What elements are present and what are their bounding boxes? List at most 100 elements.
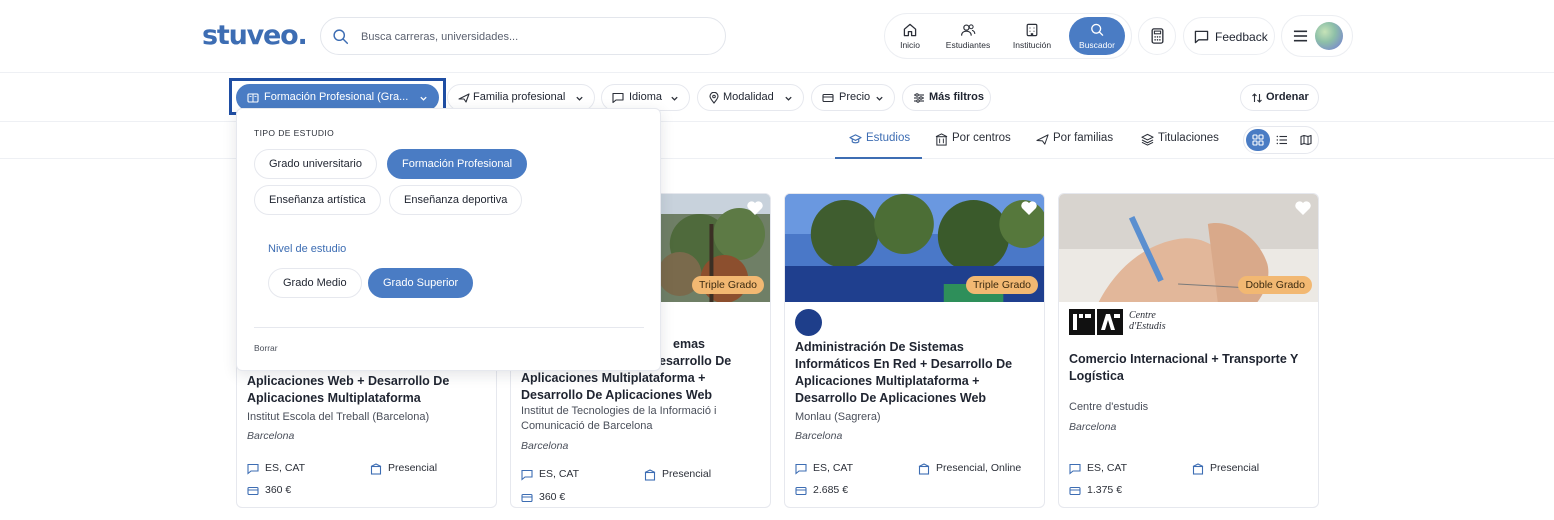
tab-degrees-label: Titulaciones bbox=[1158, 132, 1219, 144]
card-center: Centre d'estudis bbox=[1069, 401, 1149, 413]
grid-view-button[interactable] bbox=[1246, 129, 1270, 151]
message-icon bbox=[1069, 463, 1081, 475]
tab-studies[interactable]: Estudios bbox=[835, 122, 922, 159]
wallet-icon bbox=[1069, 486, 1081, 496]
building-icon bbox=[918, 463, 930, 475]
card-title[interactable]: Comercio Internacional + Transporte Y Lo… bbox=[1069, 351, 1309, 385]
degree-badge: Triple Grado bbox=[966, 276, 1038, 294]
top-header: stuveo. Inicio Estudiantes Institución B… bbox=[0, 0, 1554, 73]
feedback-label: Feedback bbox=[1215, 30, 1268, 44]
study-card[interactable]: Triple Grado Administración De Sistemas … bbox=[784, 193, 1045, 508]
message-icon bbox=[521, 469, 533, 481]
card-title[interactable]: Aplicaciones Web + Desarrollo De Aplicac… bbox=[247, 373, 487, 407]
building-icon bbox=[935, 133, 948, 146]
grid-icon bbox=[1252, 134, 1264, 146]
tab-degrees[interactable]: Titulaciones bbox=[1127, 122, 1232, 159]
card-title[interactable]: Administración De Sistemas Informáticos … bbox=[795, 339, 1035, 407]
avatar[interactable] bbox=[1315, 22, 1343, 50]
filter-modality[interactable]: Modalidad bbox=[697, 84, 804, 111]
option-grado-medio[interactable]: Grado Medio bbox=[268, 268, 362, 298]
nav-inicio[interactable]: Inicio bbox=[890, 17, 930, 55]
filter-family[interactable]: Familia profesional bbox=[447, 84, 595, 111]
building-icon bbox=[644, 469, 656, 481]
nav-buscador[interactable]: Buscador bbox=[1069, 17, 1125, 55]
option-grado-universitario[interactable]: Grado universitario bbox=[254, 149, 377, 179]
nav-label: Buscador bbox=[1079, 40, 1115, 50]
location-pin-icon bbox=[709, 92, 719, 104]
divider bbox=[254, 327, 644, 328]
study-card[interactable]: Doble Grado Centre d'Estudis Comercio In… bbox=[1058, 193, 1319, 508]
card-city: Barcelona bbox=[1069, 421, 1117, 433]
users-icon bbox=[961, 24, 976, 36]
search-icon bbox=[333, 29, 349, 45]
filter-language[interactable]: Idioma bbox=[601, 84, 690, 111]
list-icon bbox=[1276, 135, 1287, 145]
search-icon bbox=[1091, 23, 1104, 36]
calculator-button[interactable] bbox=[1138, 17, 1176, 55]
card-title-fragment[interactable]: esarrollo De bbox=[659, 353, 769, 370]
feedback-button[interactable]: Feedback bbox=[1183, 17, 1275, 55]
list-view-button[interactable] bbox=[1270, 129, 1294, 151]
filter-more-label: Más filtros bbox=[929, 91, 985, 103]
tab-families-label: Por familias bbox=[1053, 132, 1114, 144]
degree-badge: Triple Grado bbox=[692, 276, 764, 294]
heart-icon[interactable] bbox=[1020, 200, 1038, 216]
clear-button[interactable]: Borrar bbox=[254, 343, 278, 353]
card-title-fragment[interactable]: emas bbox=[673, 336, 763, 353]
graduation-cap-icon bbox=[849, 134, 862, 144]
card-title[interactable]: Aplicaciones Multiplataforma + bbox=[521, 370, 761, 387]
heart-icon[interactable] bbox=[1294, 200, 1312, 216]
view-toggle bbox=[1243, 126, 1319, 154]
stuveo-logo[interactable]: stuveo. bbox=[202, 20, 308, 51]
search-input[interactable] bbox=[361, 26, 711, 48]
institution-logo bbox=[795, 309, 822, 336]
message-icon bbox=[247, 463, 259, 475]
map-view-button[interactable] bbox=[1294, 129, 1318, 151]
message-icon bbox=[612, 92, 624, 104]
card-title[interactable]: Desarrollo De Aplicaciones Web bbox=[521, 387, 761, 404]
chevron-down-icon bbox=[785, 96, 792, 101]
message-icon bbox=[1194, 30, 1209, 44]
tab-centers-label: Por centros bbox=[952, 132, 1011, 144]
chevron-down-icon bbox=[576, 96, 583, 101]
sort-button[interactable]: Ordenar bbox=[1240, 84, 1319, 111]
filter-family-label: Familia profesional bbox=[473, 91, 566, 103]
filter-more[interactable]: Más filtros bbox=[902, 84, 991, 111]
layers-icon bbox=[1141, 133, 1154, 146]
filter-price[interactable]: Precio bbox=[811, 84, 895, 111]
nav-institucion[interactable]: Institución bbox=[1005, 17, 1059, 55]
message-icon bbox=[795, 463, 807, 475]
tab-families[interactable]: Por familias bbox=[1022, 122, 1122, 159]
nav-estudiantes[interactable]: Estudiantes bbox=[937, 17, 999, 55]
institution-logo-text: Centre d'Estudis bbox=[1129, 310, 1166, 332]
option-ensenanza-deportiva[interactable]: Enseñanza deportiva bbox=[389, 185, 523, 215]
option-formacion-profesional[interactable]: Formación Profesional bbox=[387, 149, 528, 179]
plane-icon bbox=[1036, 134, 1049, 145]
sliders-icon bbox=[914, 93, 924, 103]
hamburger-icon bbox=[1293, 30, 1308, 42]
option-ensenanza-artistica[interactable]: Enseñanza artística bbox=[254, 185, 381, 215]
sort-label: Ordenar bbox=[1266, 91, 1309, 103]
filter-price-label: Precio bbox=[839, 91, 871, 103]
search-bar[interactable] bbox=[320, 17, 726, 55]
nav-label: Inicio bbox=[900, 40, 920, 50]
tab-centers[interactable]: Por centros bbox=[921, 122, 1021, 159]
wallet-icon bbox=[795, 486, 807, 496]
building-icon bbox=[370, 463, 382, 475]
card-city: Barcelona bbox=[247, 430, 295, 442]
heart-icon[interactable] bbox=[746, 200, 764, 216]
home-icon bbox=[903, 23, 917, 37]
level-section-title: Nivel de estudio bbox=[268, 243, 347, 255]
option-grado-superior[interactable]: Grado Superior bbox=[368, 268, 474, 298]
tab-studies-label: Estudios bbox=[866, 132, 911, 144]
card-center: Institut de Tecnologies de la Informació… bbox=[521, 405, 717, 432]
degree-badge: Doble Grado bbox=[1238, 276, 1312, 294]
plane-icon bbox=[458, 93, 470, 103]
map-icon bbox=[1300, 134, 1312, 146]
calculator-icon bbox=[1151, 28, 1164, 44]
sort-icon bbox=[1252, 93, 1262, 103]
card-city: Barcelona bbox=[521, 440, 569, 452]
view-tabs bbox=[0, 122, 1554, 159]
filter-language-label: Idioma bbox=[629, 91, 663, 103]
wallet-icon bbox=[822, 93, 834, 103]
